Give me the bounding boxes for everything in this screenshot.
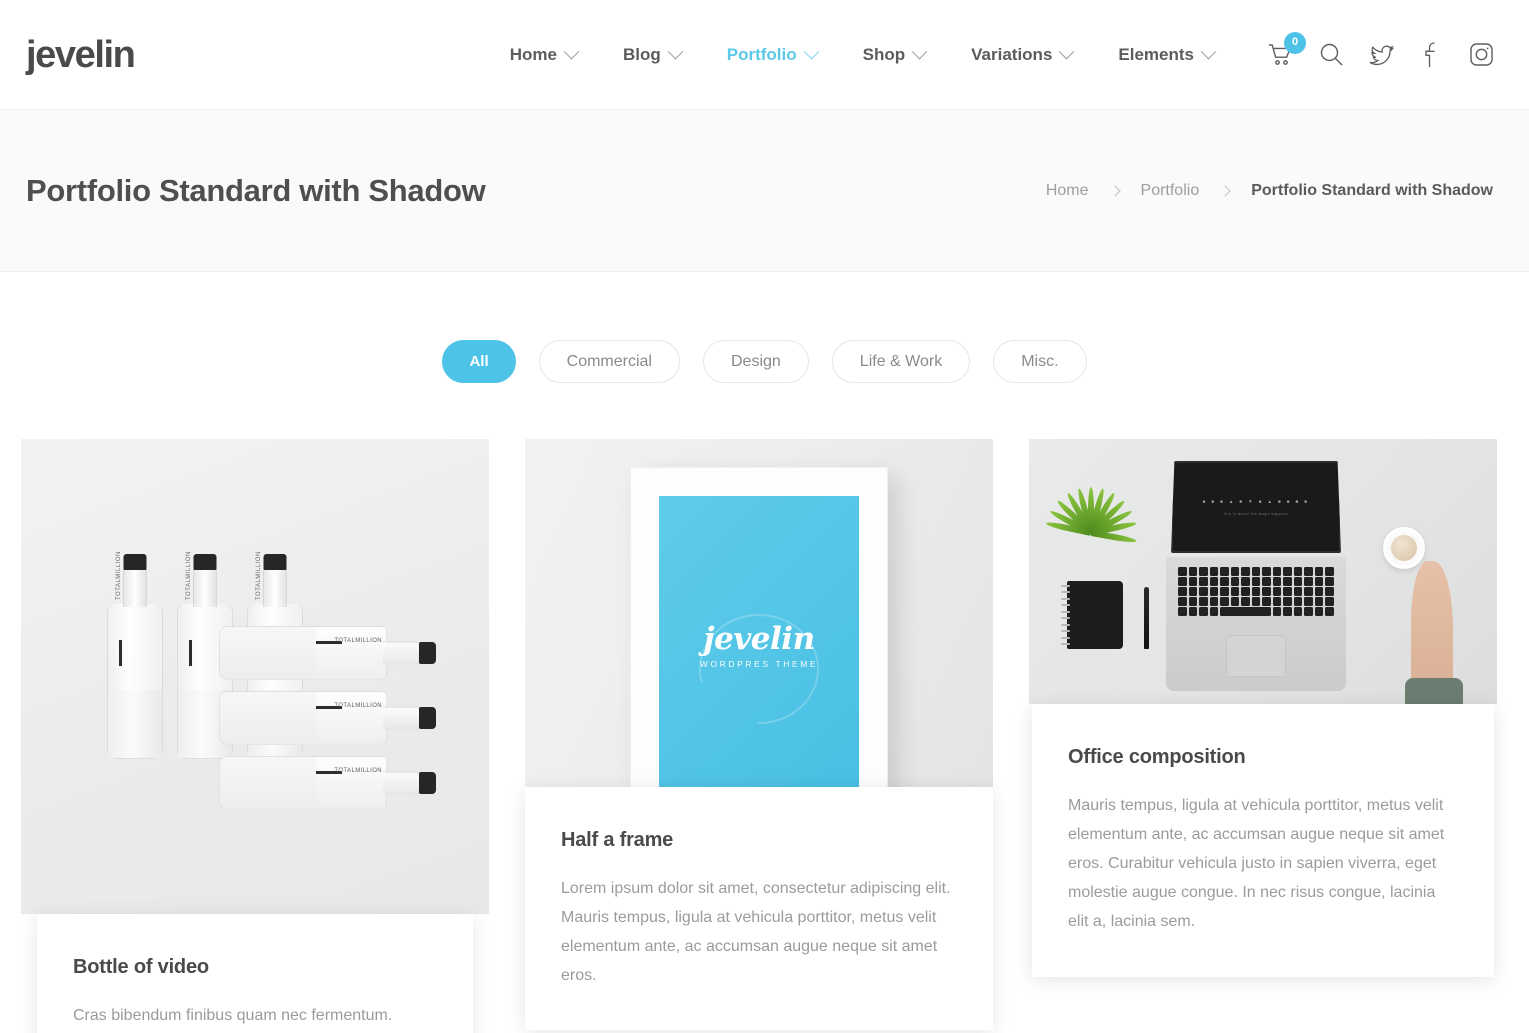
nav-label: Variations — [971, 44, 1053, 64]
screen-subtext: this is where the magic happens — [1223, 512, 1289, 516]
nav-item-portfolio[interactable]: Portfolio — [704, 43, 840, 65]
nav-item-elements[interactable]: Elements — [1095, 43, 1237, 65]
filter-life-and-work[interactable]: Life & Work — [831, 340, 971, 383]
filter-misc[interactable]: Misc. — [993, 340, 1087, 383]
nav-item-variations[interactable]: Variations — [948, 43, 1095, 65]
coffee-surface — [1391, 535, 1417, 561]
bottle-brand-text: TOTALMILLION — [334, 768, 382, 774]
nav-label: Home — [509, 44, 557, 64]
poster: jevelin WORDPRES THEME — [659, 496, 859, 787]
portfolio-excerpt: Cras bibendum finibus quam nec fermentum… — [73, 1007, 393, 1024]
instagram-icon[interactable] — [1467, 41, 1495, 69]
nav-item-shop[interactable]: Shop — [840, 43, 949, 65]
chevron-down-icon — [803, 43, 819, 60]
bottle-lying: TOTALMILLION — [219, 626, 387, 680]
search-icon[interactable] — [1317, 41, 1345, 69]
bottle-brand-text: TOTALMILLION — [116, 551, 122, 600]
poster-logo: jevelin WORDPRES THEME — [659, 621, 859, 669]
bottle-brand-text: TOTALMILLION — [334, 703, 382, 709]
breadcrumb: Home Portfolio Portfolio Standard with S… — [1042, 182, 1497, 200]
picture-frame: jevelin WORDPRES THEME — [630, 467, 888, 787]
portfolio-card-body: Half a frame Lorem ipsum dolor sit amet,… — [525, 787, 993, 1031]
coffee-cup — [1383, 527, 1425, 569]
sleeve — [1405, 678, 1463, 704]
screen-text: ■ ■ ■ ▲ ■ ▼ ■ ▲ ■ ■ ■ ■ — [1202, 499, 1310, 504]
page-title: Portfolio Standard with Shadow — [26, 172, 486, 208]
bottle-lying: TOTALMILLION — [219, 691, 387, 745]
chevron-down-icon — [667, 43, 684, 60]
bottle-scene: TOTALMILLION TOTALMILLION TOTALMILLION T… — [21, 439, 489, 914]
portfolio-card-body: Office composition Mauris tempus, ligula… — [1032, 704, 1494, 977]
main-navigation: Home Blog Portfolio Shop Variations Elem… — [487, 43, 1237, 65]
breadcrumb-separator-icon — [1219, 184, 1231, 197]
filter-commercial[interactable]: Commercial — [538, 340, 680, 383]
portfolio-filter-bar: All Commercial Design Life & Work Misc. — [0, 272, 1529, 439]
nav-item-blog[interactable]: Blog — [600, 43, 704, 65]
header-icon-group: 0 — [1267, 31, 1505, 69]
chevron-down-icon — [911, 43, 928, 60]
framed-poster-image[interactable]: jevelin WORDPRES THEME — [525, 439, 993, 787]
nav-item-home[interactable]: Home — [487, 43, 600, 65]
notebook — [1061, 581, 1123, 649]
page-header-bar: Portfolio Standard with Shadow Home Port… — [0, 110, 1529, 272]
filter-all[interactable]: All — [442, 340, 516, 383]
portfolio-item-bottle-of-video[interactable]: TOTALMILLION TOTALMILLION TOTALMILLION T… — [21, 439, 489, 1033]
bottle-mockup-image[interactable]: TOTALMILLION TOTALMILLION TOTALMILLION T… — [21, 439, 489, 914]
laptop-trackpad — [1226, 635, 1286, 677]
frame-scene: jevelin WORDPRES THEME — [525, 439, 993, 787]
bottle-lying: TOTALMILLION — [219, 756, 387, 810]
breadcrumb-separator-icon — [1108, 184, 1121, 197]
laptop-screen: ■ ■ ■ ▲ ■ ▼ ■ ▲ ■ ■ ■ ■ this is where th… — [1171, 461, 1341, 553]
twitter-icon[interactable] — [1367, 41, 1395, 69]
portfolio-title[interactable]: Office composition — [1068, 746, 1458, 769]
portfolio-grid: TOTALMILLION TOTALMILLION TOTALMILLION T… — [0, 439, 1529, 1033]
breadcrumb-item-home[interactable]: Home — [1042, 182, 1093, 200]
poster-subtitle: WORDPRES THEME — [699, 659, 819, 669]
portfolio-item-half-a-frame[interactable]: jevelin WORDPRES THEME Half a frame Lore… — [525, 439, 993, 1031]
chevron-down-icon — [563, 43, 580, 60]
nav-label: Shop — [862, 44, 906, 64]
bottle-brand-text: TOTALMILLION — [186, 551, 192, 600]
office-scene: ■ ■ ■ ▲ ■ ▼ ■ ▲ ■ ■ ■ ■ this is where th… — [1029, 439, 1497, 704]
portfolio-excerpt: Lorem ipsum dolor sit amet, consectetur … — [561, 880, 951, 985]
bottle-brand-text: TOTALMILLION — [334, 638, 382, 644]
notebook-spiral — [1061, 585, 1070, 645]
chevron-down-icon — [1059, 43, 1075, 60]
laptop-keyboard — [1178, 567, 1334, 625]
chevron-down-icon — [1200, 43, 1217, 60]
portfolio-item-office-composition[interactable]: ■ ■ ■ ▲ ■ ▼ ■ ▲ ■ ■ ■ ■ this is where th… — [1029, 439, 1497, 977]
bottle-upright: TOTALMILLION — [107, 551, 163, 759]
portfolio-excerpt: Mauris tempus, ligula at vehicula portti… — [1068, 797, 1445, 931]
portfolio-card-body: Bottle of video Cras bibendum finibus qu… — [37, 914, 473, 1033]
laptop-base — [1166, 557, 1346, 691]
breadcrumb-item-current: Portfolio Standard with Shadow — [1251, 181, 1493, 199]
bottle-label — [108, 690, 162, 758]
nav-label: Blog — [622, 44, 661, 64]
filter-design[interactable]: Design — [702, 340, 809, 383]
cart-icon[interactable]: 0 — [1267, 31, 1306, 69]
bottle-label — [220, 627, 316, 679]
office-desk-image[interactable]: ■ ■ ■ ▲ ■ ▼ ■ ▲ ■ ■ ■ ■ this is where th… — [1029, 439, 1497, 704]
portfolio-title[interactable]: Half a frame — [561, 829, 957, 852]
plant — [1041, 441, 1141, 544]
bottle-label — [220, 757, 316, 809]
portfolio-title[interactable]: Bottle of video — [73, 956, 437, 979]
bottle-brand-text: TOTALMILLION — [256, 551, 262, 600]
laptop: ■ ■ ■ ▲ ■ ▼ ■ ▲ ■ ■ ■ ■ this is where th… — [1166, 461, 1346, 691]
bottle-mark — [119, 640, 122, 666]
site-logo[interactable]: jevelin — [26, 36, 136, 74]
nav-label: Portfolio — [726, 44, 797, 64]
nav-label: Elements — [1118, 44, 1194, 64]
bottle-label — [220, 692, 316, 744]
poster-logo-text: jevelin — [703, 621, 815, 657]
cart-count-badge: 0 — [1284, 31, 1306, 54]
bottle-mark — [189, 640, 192, 666]
site-header: jevelin Home Blog Portfolio Shop Variati… — [0, 0, 1529, 110]
breadcrumb-item-portfolio[interactable]: Portfolio — [1137, 182, 1204, 200]
pen — [1144, 587, 1149, 649]
facebook-icon[interactable] — [1417, 41, 1445, 69]
